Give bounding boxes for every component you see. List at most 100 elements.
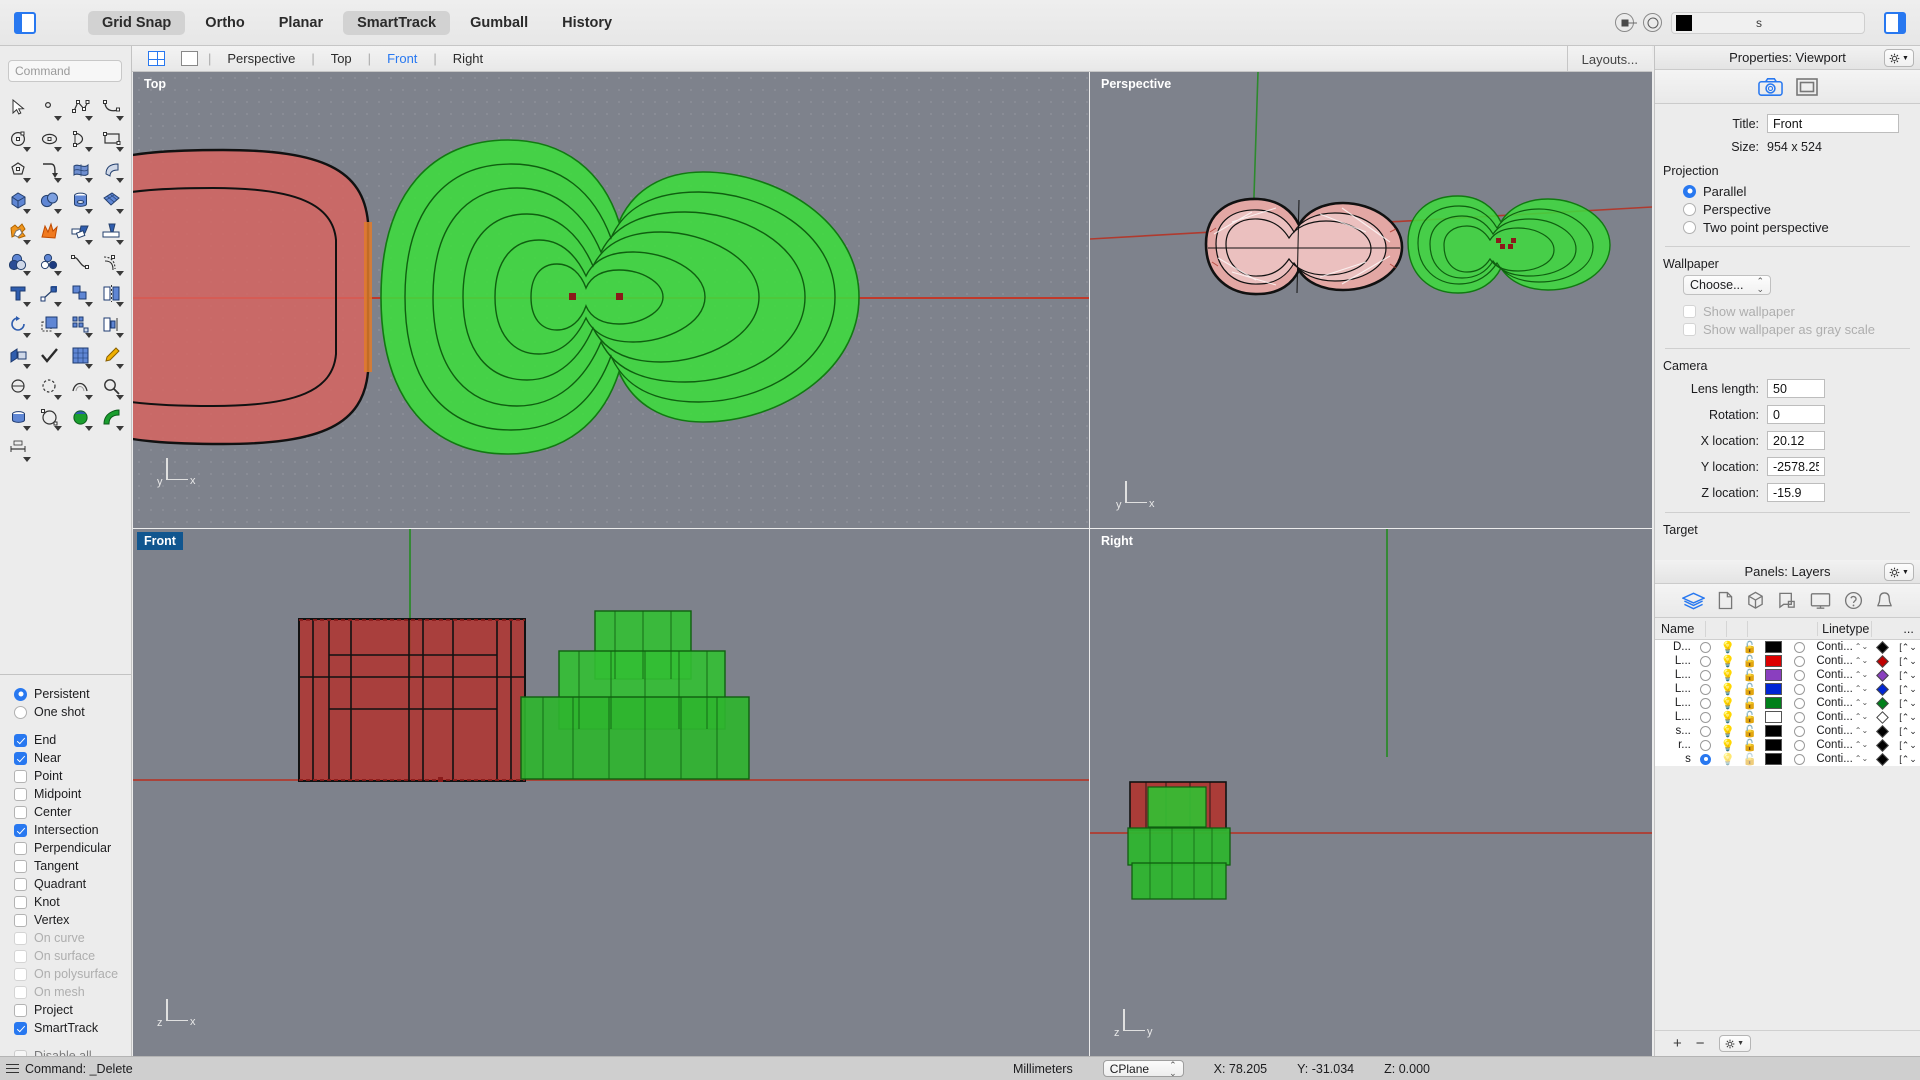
layer-print-width[interactable]: [⌃⌄ [1896,642,1920,653]
projection-option-parallel[interactable]: Parallel [1683,182,1920,200]
checkbox-point[interactable] [14,769,27,783]
rectangle-icon[interactable] [96,123,127,154]
layer-linetype[interactable]: Conti... ⌃⌄ [1812,711,1868,723]
layer-name[interactable]: D... [1655,641,1695,653]
layer-linetype[interactable]: Conti... ⌃⌄ [1812,641,1868,653]
remove-layer-button[interactable]: − [1696,1035,1705,1052]
table-row[interactable]: r... 💡 🔓 Conti... ⌃⌄ [⌃⌄ [1655,738,1920,752]
tab-right[interactable]: Right [439,49,497,68]
osnap-item-center[interactable]: Center [14,803,131,821]
layer-linetype[interactable]: Conti... ⌃⌄ [1812,669,1868,681]
camera-icon[interactable] [1757,77,1783,97]
checkbox-center[interactable] [14,805,27,819]
layer-print-color[interactable] [1868,668,1896,682]
menu-icon[interactable] [6,1061,19,1075]
osnap-item-intersection[interactable]: Intersection [14,821,131,839]
layer-name[interactable]: s... [1655,725,1695,737]
wallpaper-choose-select[interactable]: Choose... ⌃ ⌄ [1683,275,1771,295]
properties-gear-button[interactable]: ▼ [1884,49,1914,67]
layer-print-width[interactable]: [⌃⌄ [1896,726,1920,737]
layer-visibility-icon[interactable]: 💡 [1717,738,1739,752]
mode-history[interactable]: History [548,11,626,35]
checkbox-knot[interactable] [14,895,27,909]
surface-sweep-icon[interactable] [96,154,127,185]
target-icon[interactable] [1615,13,1634,32]
radio-perspective[interactable] [1683,202,1696,216]
text-tool-icon[interactable] [3,278,34,309]
checkbox-intersection[interactable] [14,823,27,837]
tab-front[interactable]: Front [373,49,431,68]
layers-gear-button[interactable]: ▼ [1884,563,1914,581]
point-icon[interactable] [34,92,65,123]
osnap-item-perpendicular[interactable]: Perpendicular [14,839,131,857]
radio-persistent[interactable] [14,687,27,701]
layer-lock-icon[interactable]: 🔓 [1739,696,1761,710]
layer-lock-icon[interactable]: 🔓 [1739,738,1761,752]
layer-current-toggle[interactable] [1695,739,1717,751]
checkbox-perpendicular[interactable] [14,841,27,855]
layer-current-toggle[interactable] [1695,683,1717,695]
curve-tools-icon[interactable] [96,402,127,433]
layer-color-swatch[interactable] [1761,683,1787,695]
layer-name[interactable]: L... [1655,711,1695,723]
box-icon[interactable] [3,185,34,216]
help-icon[interactable] [1844,591,1863,610]
dimension-linear-icon[interactable] [3,433,34,464]
select-arrow-icon[interactable] [3,92,34,123]
table-row[interactable]: L... 💡 🔓 Conti... ⌃⌄ [⌃⌄ [1655,682,1920,696]
layer-print-width[interactable]: [⌃⌄ [1896,684,1920,695]
layer-material-icon[interactable] [1786,697,1812,709]
table-row[interactable]: s 💡 🔓 Conti... ⌃⌄ [⌃⌄ [1655,752,1920,766]
layer-print-color[interactable] [1868,738,1896,752]
layer-print-color[interactable] [1868,696,1896,710]
viewport-right[interactable]: Right z y [1090,529,1652,1056]
layer-color-swatch[interactable] [1761,655,1787,667]
layer-color-swatch[interactable] [1761,753,1787,765]
boolean-union-icon[interactable] [3,216,34,247]
curvature-icon[interactable] [65,371,96,402]
column-header-more[interactable]: ... [1897,622,1920,636]
layer-lock-icon[interactable]: 🔓 [1739,752,1761,766]
object-properties-icon[interactable] [1746,591,1765,610]
viewport-label-perspective[interactable]: Perspective [1094,75,1178,93]
projection-option-perspective[interactable]: Perspective [1683,200,1920,218]
right-panel-toggle-button[interactable] [1884,11,1906,34]
command-input[interactable]: Command [8,60,122,82]
array-icon[interactable] [65,309,96,340]
radio-one-shot[interactable] [14,705,27,719]
cage-edit-icon[interactable] [34,402,65,433]
layer-color-swatch[interactable] [1761,669,1787,681]
offset-curve-icon[interactable] [96,247,127,278]
polygon-icon[interactable] [3,154,34,185]
circle-icon[interactable] [3,123,34,154]
layer-color-swatch[interactable] [1761,711,1787,723]
layer-current-toggle[interactable] [1695,697,1717,709]
record-history-icon[interactable] [1643,13,1662,32]
layer-visibility-icon[interactable]: 💡 [1717,710,1739,724]
viewport-title-input[interactable] [1767,114,1899,133]
layer-material-icon[interactable] [1786,711,1812,723]
layer-print-color[interactable] [1868,682,1896,696]
mode-planar[interactable]: Planar [265,11,337,35]
layer-lock-icon[interactable]: 🔓 [1739,640,1761,654]
cplane-select[interactable]: CPlane ⌃ ⌄ [1102,1060,1184,1077]
layer-current-toggle[interactable] [1695,753,1717,765]
table-row[interactable]: D... 💡 🔓 Conti... ⌃⌄ [⌃⌄ [1655,640,1920,654]
ellipse-icon[interactable] [34,123,65,154]
mesh-icon[interactable] [96,185,127,216]
checkbox-midpoint[interactable] [14,787,27,801]
paint-icon[interactable] [96,340,127,371]
layer-lock-icon[interactable]: 🔓 [1739,710,1761,724]
viewport-front[interactable]: Front z x [133,529,1089,1056]
layer-print-width[interactable]: [⌃⌄ [1896,740,1920,751]
notifications-icon[interactable] [1876,591,1893,610]
polyline-icon[interactable] [65,92,96,123]
viewport-label-right[interactable]: Right [1094,532,1140,550]
viewport-top[interactable]: Top y x [133,72,1089,528]
osnap-item-end[interactable]: End [14,731,131,749]
cylinder-icon[interactable] [65,185,96,216]
layer-linetype[interactable]: Conti... ⌃⌄ [1812,683,1868,695]
render-preview-icon[interactable] [3,402,34,433]
layer-print-width[interactable]: [⌃⌄ [1896,698,1920,709]
four-view-icon[interactable] [148,51,165,66]
